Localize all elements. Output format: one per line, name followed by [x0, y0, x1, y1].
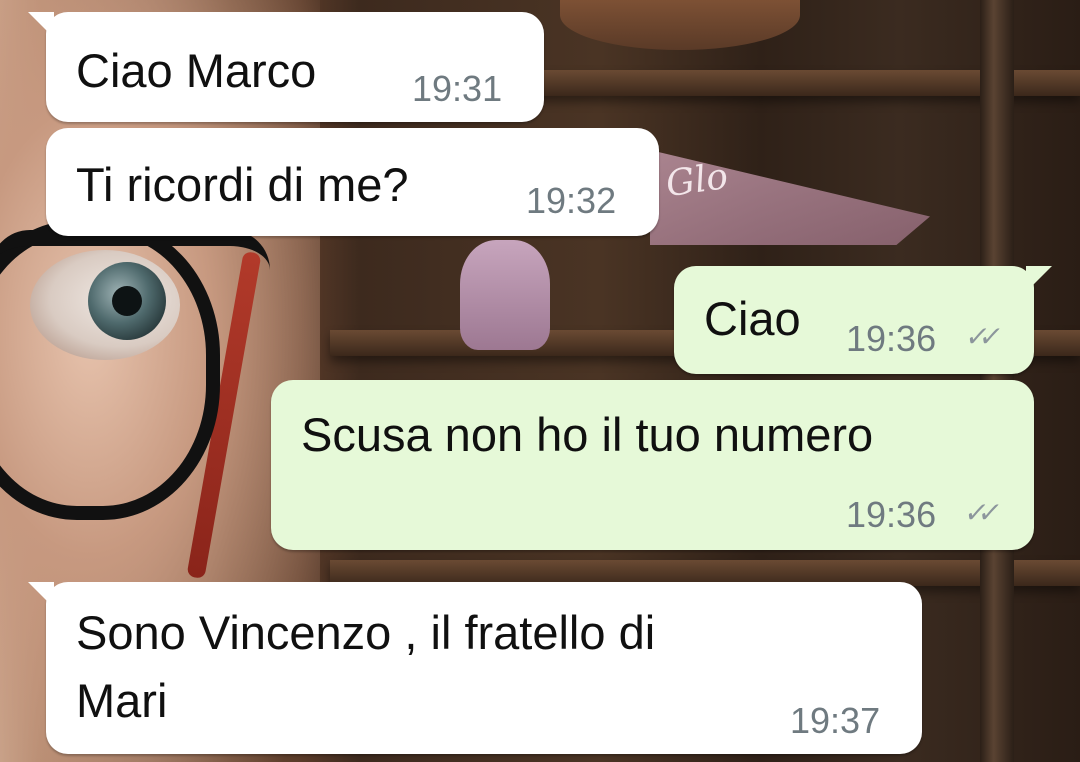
message-timestamp: 19:37 — [790, 700, 881, 741]
bubble-tail — [28, 12, 54, 38]
read-receipt-icon: ✓✓ — [962, 497, 995, 528]
message-bubble-outgoing[interactable]: Ciao 19:36 ✓✓ — [674, 266, 1052, 374]
message-timestamp: 19:36 — [846, 494, 937, 535]
message-text: Ciao Marco — [76, 44, 317, 97]
bubble-tail — [28, 582, 54, 608]
wallpaper-banner-text: Glo — [663, 155, 731, 206]
message-text: Ciao — [704, 292, 801, 345]
wallpaper-bowl — [560, 0, 800, 50]
message-timestamp: 19:32 — [526, 180, 617, 221]
message-text-line-1: Sono Vincenzo , il fratello di — [76, 606, 656, 659]
message-text: Ti ricordi di me? — [76, 158, 409, 211]
message-bubble-incoming[interactable]: Ti ricordi di me? 19:32 — [46, 128, 659, 236]
message-text: Scusa non ho il tuo numero — [301, 408, 874, 461]
wallpaper-candle — [460, 240, 550, 350]
message-bubble-incoming[interactable]: Sono Vincenzo , il fratello di Mari 19:3… — [28, 582, 922, 754]
message-bubble-incoming[interactable]: Ciao Marco 19:31 — [28, 12, 544, 122]
message-text-line-2: Mari — [76, 674, 168, 727]
wallpaper-glasses-bridge — [0, 230, 270, 286]
message-bubble-outgoing[interactable]: Scusa non ho il tuo numero 19:36 ✓✓ — [271, 380, 1034, 550]
message-timestamp: 19:36 — [846, 318, 937, 359]
bubble-tail — [1026, 266, 1052, 292]
message-timestamp: 19:31 — [412, 68, 503, 109]
read-receipt-icon: ✓✓ — [963, 321, 996, 352]
